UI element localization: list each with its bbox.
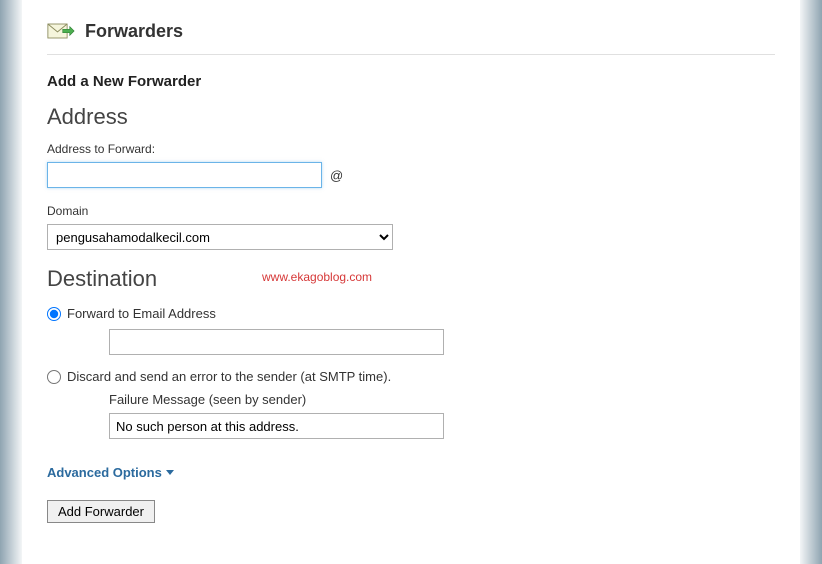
failure-message-input[interactable]: [109, 413, 444, 439]
forward-radio-label: Forward to Email Address: [67, 306, 216, 321]
advanced-options-label: Advanced Options: [47, 465, 162, 480]
forward-radio[interactable]: [47, 307, 61, 321]
chevron-down-icon: [166, 470, 174, 475]
forward-email-input[interactable]: [109, 329, 444, 355]
mail-forward-icon: [47, 20, 75, 42]
destination-section-title: Destination: [47, 266, 775, 292]
discard-radio-label: Discard and send an error to the sender …: [67, 369, 391, 384]
address-section-title: Address: [47, 104, 775, 130]
discard-radio[interactable]: [47, 370, 61, 384]
watermark-text: www.ekagoblog.com: [262, 270, 372, 284]
domain-label: Domain: [47, 204, 775, 218]
page-header: Forwarders: [47, 20, 775, 55]
address-input[interactable]: [47, 162, 322, 188]
form-title: Add a New Forwarder: [47, 73, 775, 90]
page-title: Forwarders: [85, 21, 183, 42]
at-symbol: @: [330, 168, 343, 183]
domain-select[interactable]: pengusahamodalkecil.com: [47, 224, 393, 250]
failure-label: Failure Message (seen by sender): [109, 392, 775, 407]
address-label: Address to Forward:: [47, 142, 775, 156]
add-forwarder-button[interactable]: Add Forwarder: [47, 500, 155, 523]
advanced-options-toggle[interactable]: Advanced Options: [47, 465, 174, 480]
